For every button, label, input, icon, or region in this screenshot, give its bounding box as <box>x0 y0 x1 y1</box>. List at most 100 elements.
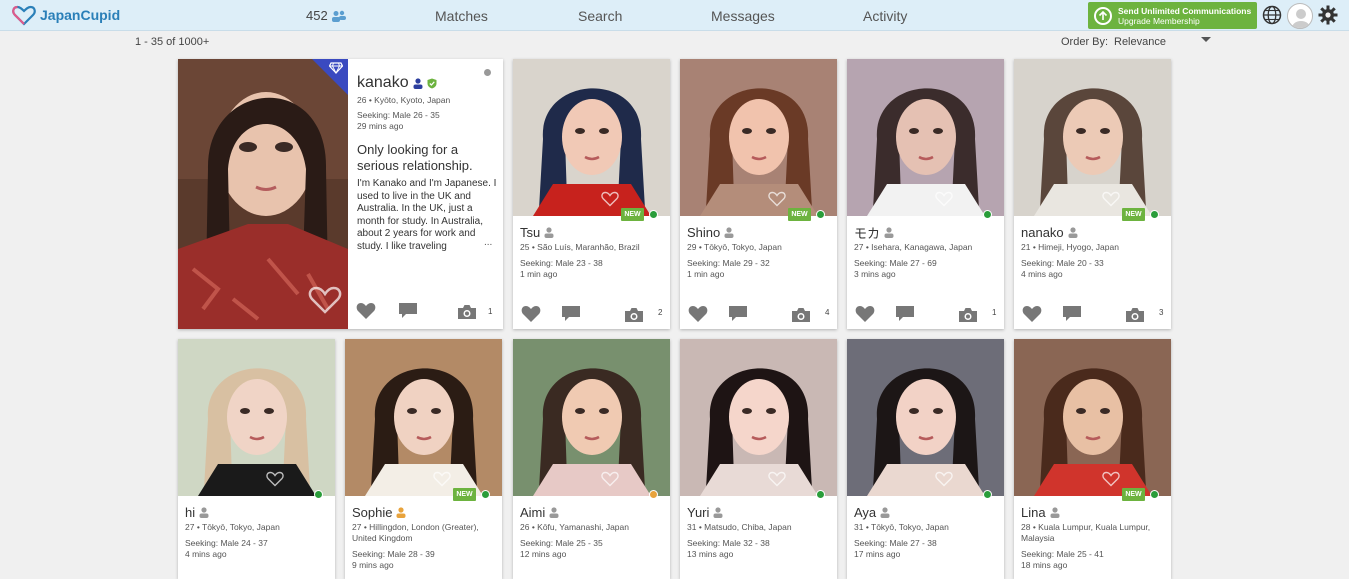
user-icon <box>884 226 894 238</box>
profile-card[interactable]: モカ 27 • Isehara, Kanagawa, Japan Seeking… <box>847 59 1004 329</box>
nav-messages[interactable]: Messages <box>711 8 775 24</box>
profile-photo[interactable] <box>680 339 837 496</box>
profile-last-active: 1 min ago <box>687 269 725 279</box>
gear-icon[interactable] <box>1318 5 1338 25</box>
message-icon[interactable] <box>895 305 915 323</box>
camera-icon[interactable] <box>457 304 477 320</box>
profile-name[interactable]: nanako <box>1021 225 1064 240</box>
profile-name[interactable]: Shino <box>687 225 720 240</box>
new-badge: NEW <box>788 208 811 221</box>
heart-icon[interactable] <box>521 305 541 323</box>
nav-activity[interactable]: Activity <box>863 8 907 24</box>
user-icon <box>396 506 406 518</box>
profile-name[interactable]: モカ <box>854 223 880 242</box>
profile-photo[interactable] <box>178 339 335 496</box>
profile-card[interactable]: NEW nanako 21 • Himeji, Hyogo, Japan See… <box>1014 59 1171 329</box>
online-status-dot <box>649 490 658 499</box>
profile-photo[interactable] <box>345 339 502 496</box>
profile-last-active: 4 mins ago <box>185 549 227 559</box>
user-icon <box>544 226 554 238</box>
heart-icon[interactable] <box>855 305 875 323</box>
profile-card[interactable]: Aimi 26 • Kōfu, Yamanashi, Japan Seeking… <box>513 339 670 579</box>
camera-icon[interactable] <box>1125 307 1145 323</box>
profile-card[interactable]: Aya 31 • Tōkyō, Tokyo, Japan Seeking: Ma… <box>847 339 1004 579</box>
order-by-select[interactable]: Relevance <box>1114 36 1214 48</box>
upgrade-line-1: Send Unlimited Communications <box>1118 5 1252 16</box>
order-by-label: Order By: <box>1061 36 1109 48</box>
profile-photo[interactable] <box>680 59 837 216</box>
upgrade-membership-button[interactable]: Send Unlimited Communications Upgrade Me… <box>1088 2 1257 29</box>
profile-card[interactable]: NEW Sophie 27 • Hillingdon, London (Grea… <box>345 339 502 579</box>
profile-name[interactable]: Yuri <box>687 505 709 520</box>
more-ellipsis[interactable]: ... <box>484 237 492 248</box>
profile-photo[interactable] <box>513 59 670 216</box>
profile-seeking: Seeking: Male 20 - 33 <box>1021 258 1104 268</box>
camera-icon[interactable] <box>624 307 644 323</box>
online-status-dot <box>983 210 992 219</box>
message-icon[interactable] <box>728 305 748 323</box>
featured-profile-card[interactable]: kanako 26 • Kyōto, Kyoto, Japan Seeking:… <box>178 59 503 329</box>
online-status-dot <box>816 210 825 219</box>
profile-name[interactable]: Aya <box>854 505 876 520</box>
new-badge: NEW <box>1122 488 1145 501</box>
camera-icon[interactable] <box>791 307 811 323</box>
heart-watermark-icon <box>935 191 953 207</box>
arrow-up-icon <box>1094 6 1112 25</box>
profile-last-active: 13 mins ago <box>687 549 734 559</box>
profile-location: 28 • Kuala Lumpur, Kuala Lumpur, Malaysi… <box>1021 522 1151 543</box>
profile-last-active: 4 mins ago <box>1021 269 1063 279</box>
card-actions: 4 <box>680 297 837 329</box>
logo[interactable]: JapanCupid <box>12 4 120 26</box>
profile-name[interactable]: hi <box>185 505 195 520</box>
profile-card[interactable]: NEW Tsu 25 • São Luís, Maranhão, Brazil … <box>513 59 670 329</box>
profile-card[interactable]: NEW Shino 29 • Tōkyō, Tokyo, Japan Seeki… <box>680 59 837 329</box>
top-navigation-bar: JapanCupid 452 Matches Search Messages A… <box>0 0 1349 31</box>
online-status-dot <box>816 490 825 499</box>
heart-watermark-icon <box>1102 191 1120 207</box>
user-avatar[interactable] <box>1287 3 1313 29</box>
profile-seeking: Seeking: Male 25 - 35 <box>520 538 603 548</box>
profile-photo[interactable] <box>847 59 1004 216</box>
profile-card[interactable]: hi 27 • Tōkyō, Tokyo, Japan Seeking: Mal… <box>178 339 335 579</box>
nav-search[interactable]: Search <box>578 8 622 24</box>
message-icon[interactable] <box>398 302 418 320</box>
profile-card[interactable]: NEW Lina 28 • Kuala Lumpur, Kuala Lumpur… <box>1014 339 1171 579</box>
profile-photo[interactable] <box>1014 59 1171 216</box>
profile-photo[interactable] <box>1014 339 1171 496</box>
profile-name[interactable]: Aimi <box>520 505 545 520</box>
card-actions: 3 <box>1014 297 1171 329</box>
profile-last-active: 3 mins ago <box>854 269 896 279</box>
diamond-icon <box>329 62 343 74</box>
nav-matches[interactable]: Matches <box>435 8 488 24</box>
heart-icon[interactable] <box>688 305 708 323</box>
user-icon <box>199 506 209 518</box>
profile-name[interactable]: Sophie <box>352 505 392 520</box>
message-icon[interactable] <box>561 305 581 323</box>
heart-icon[interactable] <box>1022 305 1042 323</box>
profile-name[interactable]: Tsu <box>520 225 540 240</box>
card-actions: 1 <box>847 297 1004 329</box>
profile-location: 27 • Isehara, Kanagawa, Japan <box>854 242 973 252</box>
profile-headline: Only looking for a serious relationship. <box>357 142 473 173</box>
chevron-down-icon[interactable] <box>1201 37 1211 42</box>
heart-icon[interactable] <box>356 302 376 320</box>
heart-watermark-icon <box>601 471 619 487</box>
profile-name[interactable]: kanako <box>357 74 409 92</box>
profile-seeking: Seeking: Male 29 - 32 <box>687 258 770 268</box>
profile-location: 27 • Tōkyō, Tokyo, Japan <box>185 522 280 532</box>
profile-photo[interactable] <box>513 339 670 496</box>
online-count[interactable]: 452 <box>306 8 347 23</box>
profile-seeking: Seeking: Male 26 - 35 <box>357 110 440 120</box>
profile-name[interactable]: Lina <box>1021 505 1046 520</box>
online-status-dot <box>649 210 658 219</box>
globe-icon[interactable] <box>1262 5 1282 25</box>
camera-icon[interactable] <box>958 307 978 323</box>
message-icon[interactable] <box>1062 305 1082 323</box>
profile-photo[interactable] <box>847 339 1004 496</box>
card-actions: 2 <box>513 297 670 329</box>
profile-location: 31 • Matsudo, Chiba, Japan <box>687 522 792 532</box>
profile-last-active: 17 mins ago <box>854 549 901 559</box>
user-icon <box>413 77 423 89</box>
profile-card[interactable]: Yuri 31 • Matsudo, Chiba, Japan Seeking:… <box>680 339 837 579</box>
results-count: 1 - 35 of 1000+ <box>135 36 210 48</box>
